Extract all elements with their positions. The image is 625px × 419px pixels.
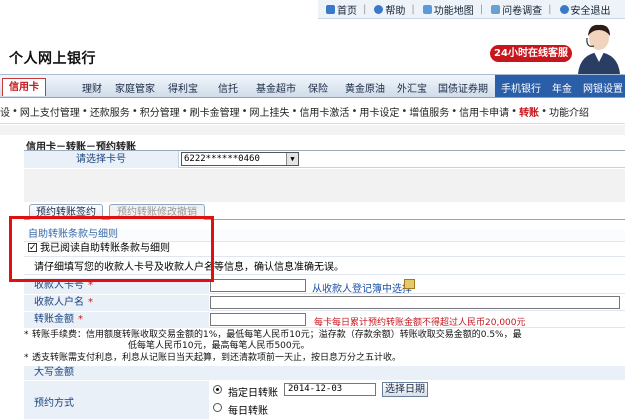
select-date-button[interactable]: 选择日期	[382, 382, 428, 397]
payee-card-label: 收款人卡号 *	[24, 278, 209, 294]
agreement-checkbox[interactable]	[28, 241, 37, 255]
map-icon	[422, 4, 432, 14]
subnav-item[interactable]: 积分管理	[140, 104, 180, 119]
schedule-row: 预约方式 指定日转账 2014-12-03 选择日期 每日转账	[24, 381, 625, 419]
nav-item-annuity[interactable]: 年金	[552, 80, 572, 95]
nav-item[interactable]: 家庭管家	[115, 80, 155, 95]
nav-tab-credit-card[interactable]: 信用卡	[2, 78, 46, 96]
payee-card-input[interactable]	[210, 279, 306, 292]
subnav-item[interactable]: 增值服务	[409, 104, 449, 119]
card-select-label: 请选择卡号	[24, 151, 179, 168]
interest-note: * 透支转账需支付利息，利息从记账日当天起算，到还清款项前一天止，按日息万分之五计…	[24, 353, 402, 363]
radio-daily-label: 每日转账	[228, 406, 268, 417]
notice-text: 请仔细填写您的收款人卡号及收款人户名等信息，确认信息准确无误。	[24, 261, 625, 275]
chevron-down-icon[interactable]: ▼	[286, 153, 298, 165]
nav-item[interactable]: 国债证券期	[438, 80, 488, 95]
nav-item[interactable]: 基金超市	[256, 80, 296, 95]
subnav-item[interactable]: 网上挂失	[250, 104, 290, 119]
card-number-value: 6222******0460	[184, 154, 260, 164]
big-amount-label: 大写金额	[24, 366, 625, 380]
amount-row: 转账金额 * 每卡每日累计预约转账金额不得超过人民币20,000元	[24, 312, 625, 328]
brand-title: 个人网上银行	[9, 51, 96, 67]
home-icon	[326, 4, 335, 14]
top-link-map[interactable]: 功能地图	[422, 2, 474, 17]
hotline-badge[interactable]: 24小时在线客服	[490, 45, 572, 62]
fee-note: * 转账手续费：信用额度转账收取交易金额的1%，最低每笔人民币10元；溢存款（存款…	[24, 330, 522, 351]
tab-transfer-sign[interactable]: 预约转账签约	[29, 204, 103, 220]
address-book-icon[interactable]	[404, 279, 415, 289]
survey-icon	[491, 4, 501, 14]
nav-right-tabs: 手机银行 年金 网银设置	[495, 75, 625, 97]
content-spacer	[0, 125, 625, 135]
payee-name-input[interactable]	[210, 296, 620, 309]
divider: |	[363, 3, 367, 15]
subnav-item-transfer[interactable]: 转账	[519, 104, 539, 119]
subnav-item[interactable]: 还款服务	[90, 104, 130, 119]
divider: |	[548, 3, 552, 15]
radio-daily[interactable]	[213, 403, 222, 412]
main-nav: 信用卡 理财 家庭管家 得利宝 信托 基金超市 保险 黄金原油 外汇宝 国债证券…	[0, 74, 625, 98]
payee-name-row: 收款人户名 *	[24, 295, 625, 311]
top-links-bar: 首页 | 帮助 | 功能地图 | 问卷调查 | 安全退出	[318, 0, 625, 19]
agreement-title-link[interactable]: 自助转账条款与细则	[24, 229, 625, 242]
schedule-label: 预约方式	[24, 381, 209, 419]
nav-item[interactable]: 理财	[82, 80, 102, 95]
transfer-tabs: 预约转账签约 预约转账修改撤销	[24, 202, 625, 220]
amount-limit-note: 每卡每日累计预约转账金额不得超过人民币20,000元	[314, 318, 526, 328]
payee-name-label: 收款人户名 *	[24, 295, 209, 311]
subnav-item[interactable]: 用卡设定	[359, 104, 399, 119]
help-icon	[374, 4, 384, 14]
nav-item[interactable]: 信托	[218, 80, 238, 95]
subnav-item[interactable]: 设	[0, 104, 10, 119]
divider: |	[479, 3, 484, 15]
nav-item-settings[interactable]: 网银设置	[583, 80, 623, 95]
date-input[interactable]: 2014-12-03	[284, 383, 376, 396]
radio-specified-date[interactable]	[213, 385, 222, 394]
card-select-row: 请选择卡号 6222******0460 ▼	[24, 151, 625, 168]
payee-card-row: 收款人卡号 * 从收款人登记簿中选择	[24, 278, 625, 295]
amount-label: 转账金额 *	[24, 312, 209, 328]
top-link-home[interactable]: 首页	[326, 2, 357, 17]
nav-item[interactable]: 得利宝	[168, 80, 198, 95]
amount-input[interactable]	[210, 313, 306, 326]
nav-item[interactable]: 黄金原油	[345, 80, 385, 95]
nav-item[interactable]: 外汇宝	[397, 80, 427, 95]
nav-item-mobile-bank[interactable]: 手机银行	[501, 80, 541, 95]
top-link-survey[interactable]: 问卷调查	[491, 2, 542, 17]
customer-service-agent-icon	[578, 24, 620, 74]
agreement-checkbox-label: 我已阅读自助转账条款与细则	[40, 243, 170, 254]
subnav-item[interactable]: 网上支付管理	[20, 104, 80, 119]
subnav-item[interactable]: 刷卡金管理	[190, 104, 240, 119]
top-link-logout[interactable]: 安全退出	[559, 2, 611, 17]
top-link-help[interactable]: 帮助	[374, 2, 405, 17]
select-from-list-link[interactable]: 从收款人登记簿中选择	[312, 280, 412, 295]
subnav-item[interactable]: 功能介绍	[549, 104, 589, 119]
radio-specified-date-label: 指定日转账	[228, 388, 278, 399]
card-number-select[interactable]: 6222******0460 ▼	[181, 152, 299, 166]
divider: |	[411, 3, 415, 15]
agreement-row: 我已阅读自助转账条款与细则	[24, 241, 625, 257]
tab-transfer-modify[interactable]: 预约转账修改撤销	[109, 204, 205, 220]
subnav-item[interactable]: 信用卡申请	[459, 104, 509, 119]
subnav-item[interactable]: 信用卡激活	[299, 104, 349, 119]
sub-nav: 设 • 网上支付管理 • 还款服务 • 积分管理 • 刷卡金管理 • 网上挂失 • 信用卡激…	[0, 99, 625, 124]
logout-icon	[559, 4, 569, 14]
nav-item[interactable]: 保险	[308, 80, 328, 95]
spacer-band	[24, 169, 625, 202]
